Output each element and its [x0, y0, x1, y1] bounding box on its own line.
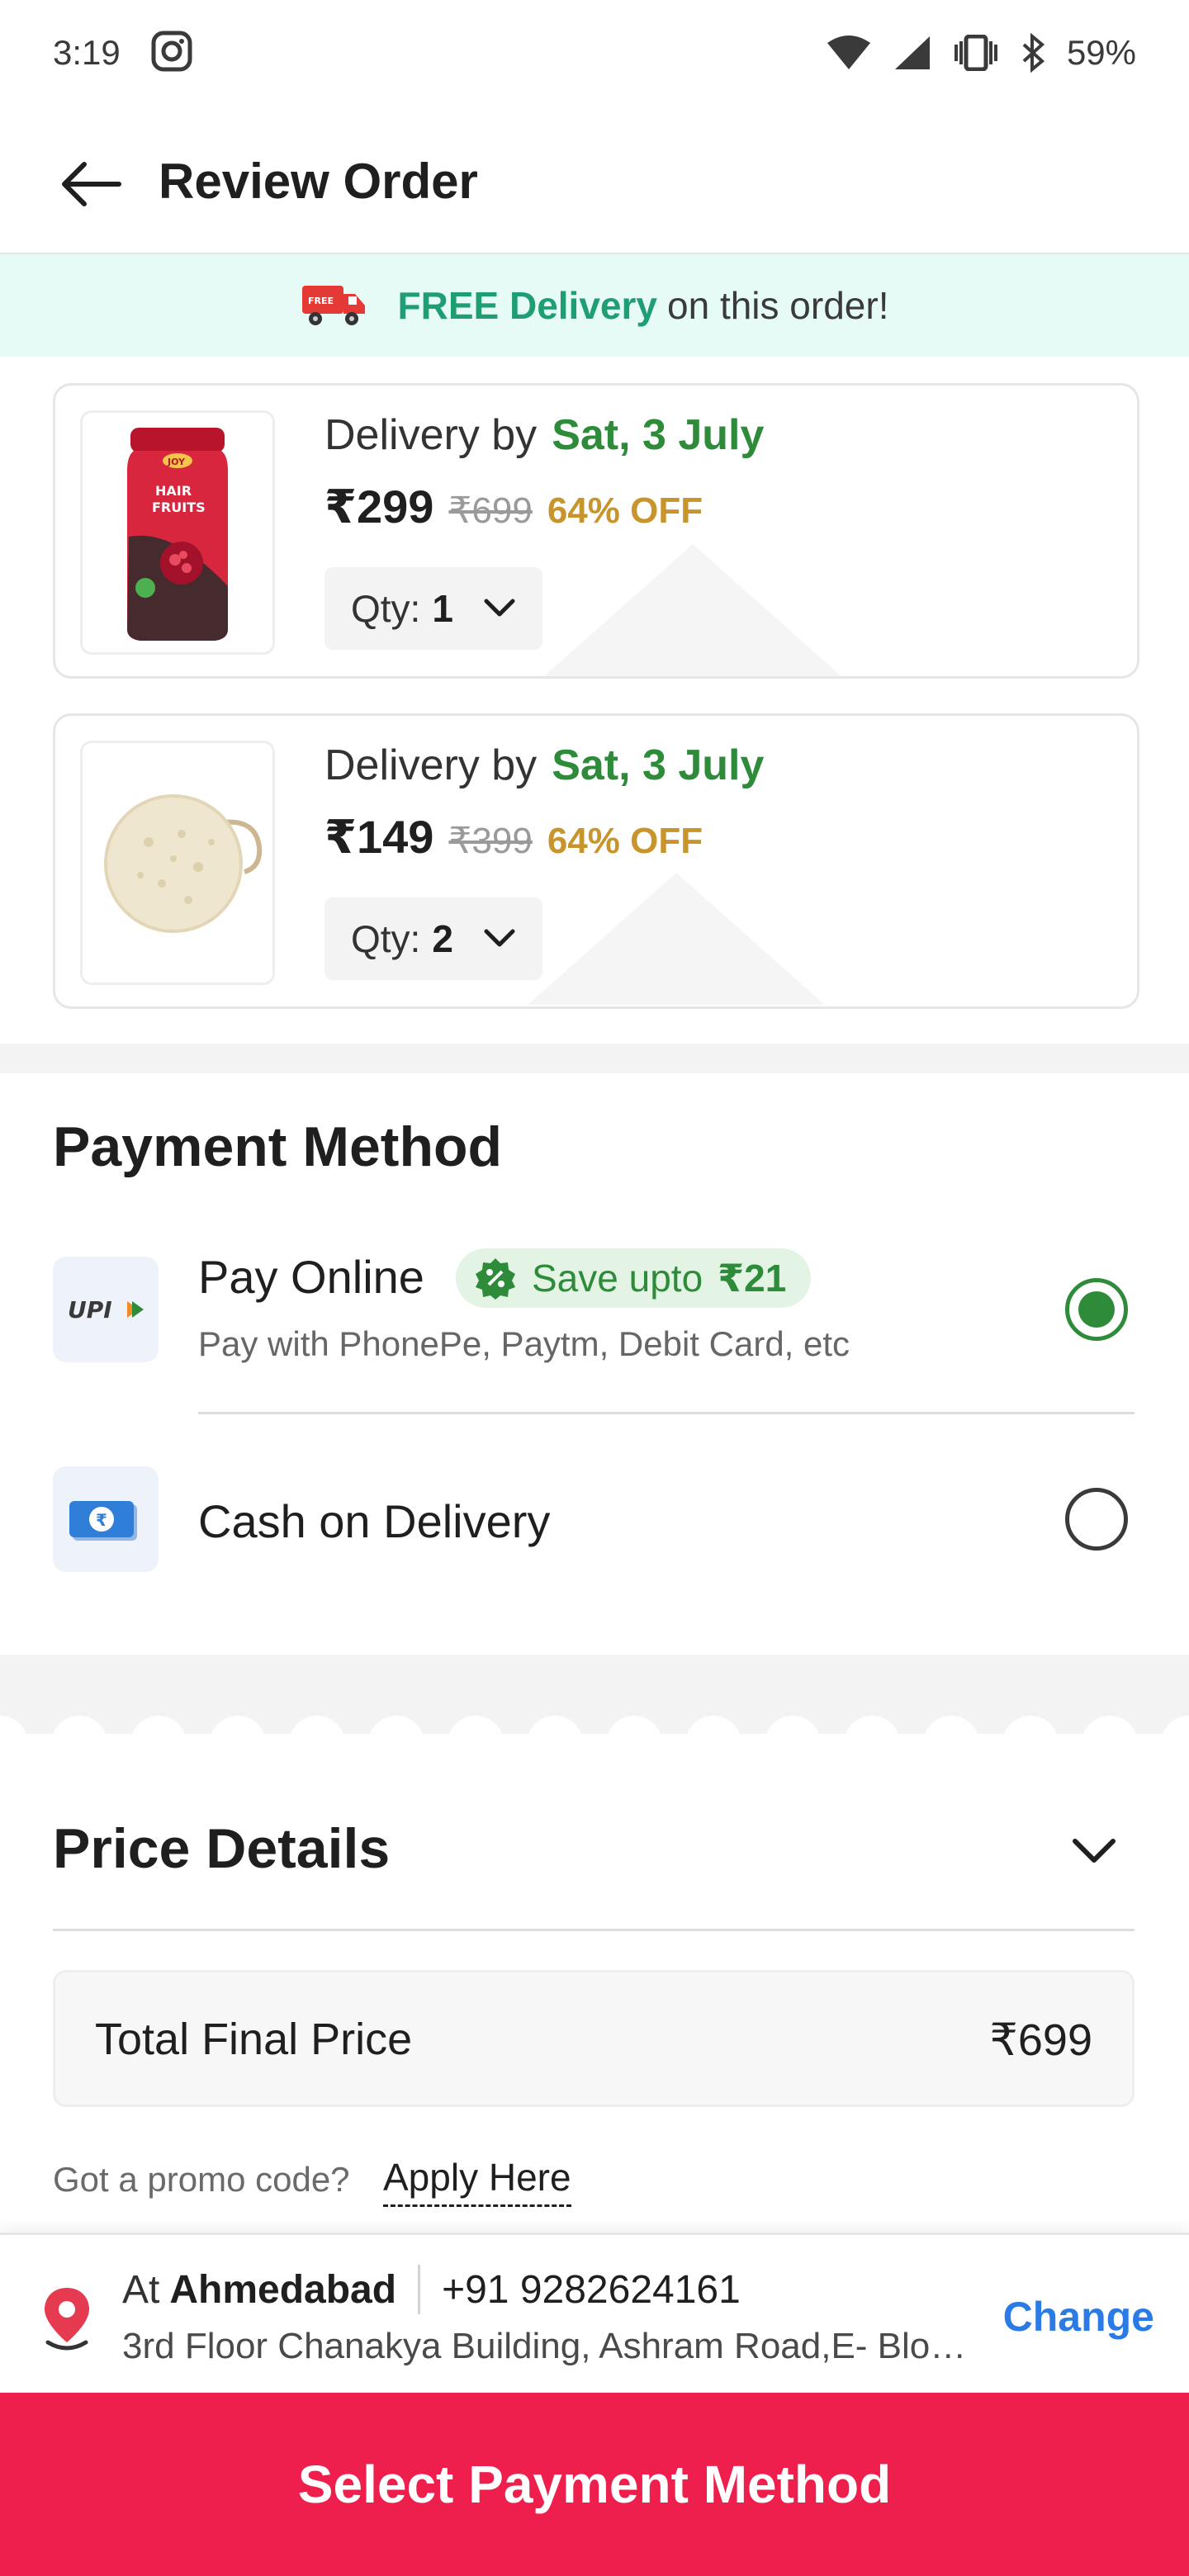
vibrate-icon — [954, 35, 997, 71]
free-delivery-banner: FREE FREE Delivery on this order! — [0, 254, 1189, 357]
chevron-down-icon — [484, 929, 515, 947]
svg-text:FRUITS: FRUITS — [152, 500, 206, 515]
select-payment-method-button[interactable]: Select Payment Method — [0, 2393, 1189, 2576]
scallop-base — [0, 1734, 1189, 1735]
save-badge: Save upto ₹21 — [456, 1248, 812, 1308]
cash-on-delivery-label[interactable]: Cash on Delivery — [198, 1494, 550, 1548]
upi-icon-text: UPI — [68, 1296, 112, 1324]
svg-text:JOY: JOY — [167, 457, 186, 467]
delivery-date: Sat, 3 July — [552, 741, 765, 789]
banner-text: on this order! — [667, 284, 889, 327]
status-icons: 59% — [826, 33, 1136, 73]
address-divider — [418, 2265, 421, 2314]
payment-method-title: Payment Method — [53, 1115, 503, 1178]
chevron-down-icon — [1073, 1839, 1116, 1863]
save-badge-amount: ₹21 — [718, 1257, 787, 1300]
pay-online-subtitle: Pay with PhonePe, Paytm, Debit Card, etc — [198, 1324, 850, 1363]
cash-on-delivery-radio[interactable] — [1065, 1488, 1128, 1551]
qty-value: 2 — [432, 917, 453, 960]
promo-question: Got a promo code? — [53, 2160, 350, 2199]
location-pin-icon — [38, 2285, 96, 2354]
pay-online-radio[interactable] — [1065, 1278, 1128, 1341]
page-title: Review Order — [159, 154, 478, 209]
apply-promo-link[interactable]: Apply Here — [383, 2155, 571, 2207]
item-discount: 64% OFF — [547, 490, 703, 531]
address-header: At Ahmedabad +91 9282624161 — [122, 2265, 741, 2314]
svg-text:HAIR: HAIR — [155, 483, 192, 499]
card-decoration — [544, 544, 841, 676]
section-divider — [0, 1044, 1189, 1073]
product-image-lotion[interactable]: JOY HAIR FRUITS — [80, 410, 275, 655]
payment-separator — [198, 1412, 1135, 1414]
price-details-title: Price Details — [53, 1817, 391, 1880]
qty-selector[interactable]: Qty: 2 — [324, 897, 542, 980]
chevron-down-icon — [484, 599, 515, 617]
item-mrp: ₹399 — [448, 821, 533, 861]
save-badge-prefix: Save upto — [532, 1257, 703, 1300]
header: Review Order — [0, 106, 1189, 255]
order-item-card: JOY HAIR FRUITS Delivery by Sat, 3 July ₹… — [53, 383, 1139, 679]
order-item-card: Delivery by Sat, 3 July ₹149 ₹399 64% OFF… — [53, 713, 1139, 1009]
qty-selector[interactable]: Qty: 1 — [324, 567, 542, 650]
address-prefix: At — [122, 2267, 160, 2312]
scallop-edge — [0, 1716, 1189, 1744]
card-decoration — [528, 873, 825, 1005]
item-price: ₹149 — [324, 811, 434, 863]
total-price-box: Total Final Price ₹699 — [53, 1970, 1135, 2107]
change-address-button[interactable]: Change — [1003, 2293, 1154, 2341]
delivery-info: Delivery by Sat, 3 July — [324, 410, 764, 460]
bluetooth-icon — [1022, 33, 1045, 73]
item-price: ₹299 — [324, 481, 434, 533]
delivery-truck-icon: FREE — [301, 282, 367, 329]
product-image-loofah[interactable] — [80, 741, 275, 985]
qty-value: 1 — [432, 587, 453, 630]
instagram-icon — [150, 30, 193, 77]
qty-label: Qty: — [351, 587, 421, 630]
pay-online-label[interactable]: Pay Online — [198, 1250, 424, 1304]
price-line: ₹299 ₹699 64% OFF — [324, 480, 703, 534]
total-price-label: Total Final Price — [95, 2015, 413, 2064]
price-details-toggle[interactable] — [1065, 1821, 1123, 1879]
address-city: Ahmedabad — [169, 2267, 397, 2312]
back-arrow-icon — [62, 162, 121, 206]
truck-badge-text: FREE — [308, 296, 334, 306]
battery-percent: 59% — [1066, 33, 1136, 72]
upi-icon: UPI — [53, 1257, 159, 1362]
price-details-separator — [53, 1929, 1135, 1931]
status-time: 3:19 — [53, 33, 121, 72]
address-phone: +91 9282624161 — [442, 2267, 741, 2312]
signal-icon — [894, 36, 930, 69]
cash-icon: ₹ — [53, 1466, 159, 1572]
svg-text:₹: ₹ — [96, 1510, 107, 1530]
delivery-address-bar: At Ahmedabad +91 9282624161 3rd Floor Ch… — [0, 2233, 1189, 2395]
delivery-prefix: Delivery by — [324, 741, 538, 789]
price-line: ₹149 ₹399 64% OFF — [324, 810, 703, 864]
delivery-date: Sat, 3 July — [552, 411, 765, 459]
qty-label: Qty: — [351, 917, 421, 960]
delivery-prefix: Delivery by — [324, 411, 538, 459]
item-discount: 64% OFF — [547, 821, 703, 861]
discount-badge-icon — [476, 1258, 515, 1300]
status-bar: 3:19 59% — [0, 0, 1189, 106]
delivery-info: Delivery by Sat, 3 July — [324, 741, 764, 790]
total-price-value: ₹699 — [989, 2015, 1092, 2065]
back-button[interactable] — [50, 147, 132, 221]
item-mrp: ₹699 — [448, 490, 533, 531]
banner-highlight: FREE Delivery — [397, 284, 657, 327]
wifi-icon — [827, 36, 870, 69]
address-line: 3rd Floor Chanakya Building, Ashram Road… — [122, 2326, 973, 2366]
